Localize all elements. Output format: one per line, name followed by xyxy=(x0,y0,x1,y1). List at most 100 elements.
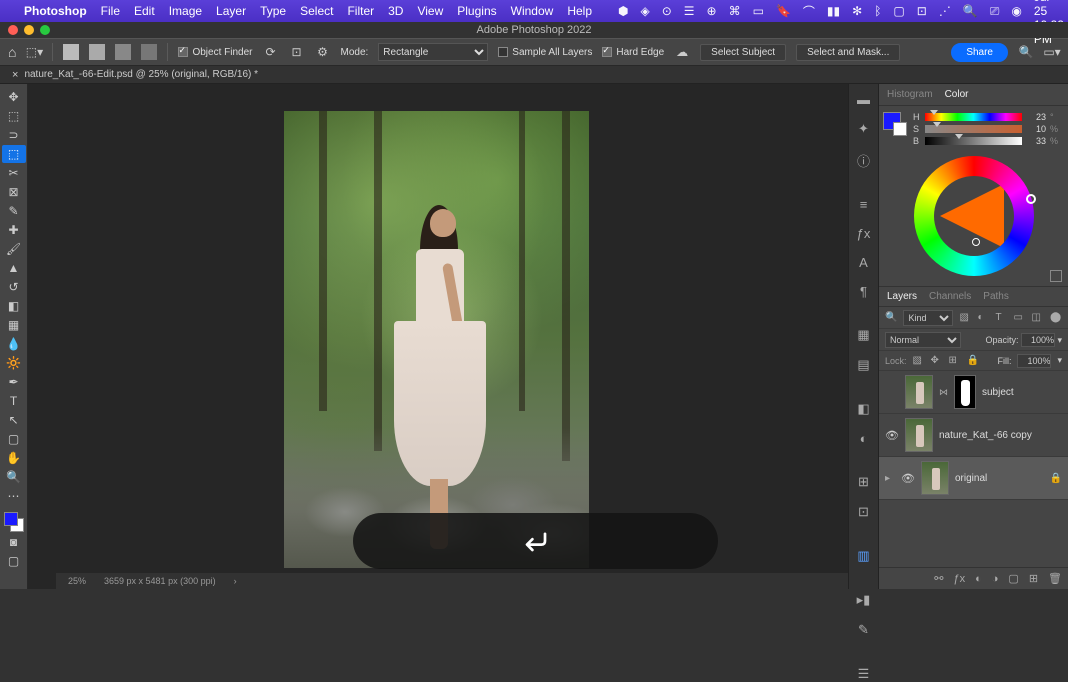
filter-shape-icon[interactable]: ▭ xyxy=(1013,312,1025,324)
dock-icon[interactable]: ▤ xyxy=(855,357,873,373)
filter-smart-icon[interactable]: ◫ xyxy=(1031,312,1043,324)
battery-icon[interactable]: ▢ xyxy=(893,4,904,18)
zoom-level[interactable]: 25% xyxy=(68,576,86,586)
search-icon[interactable]: 🔍 xyxy=(1018,44,1034,60)
dock-icon[interactable]: ⓘ xyxy=(855,151,873,169)
expand-icon[interactable]: ▸ xyxy=(885,473,895,484)
move-tool[interactable]: ✥ xyxy=(2,88,26,106)
tab-layers[interactable]: Layers xyxy=(887,291,917,302)
lock-position-icon[interactable]: ✥ xyxy=(931,355,943,366)
eyedropper-tool[interactable]: ✎ xyxy=(2,202,26,220)
layer-kind-filter[interactable]: Kind xyxy=(903,310,953,326)
status-icon[interactable]: ▭ xyxy=(753,4,764,18)
status-icon[interactable]: ☰ xyxy=(684,4,695,18)
pen-tool[interactable]: ✒ xyxy=(2,373,26,391)
refresh-icon[interactable]: ⟳ xyxy=(263,44,279,60)
quick-mask-icon[interactable]: ◙ xyxy=(2,533,26,551)
menu-layer[interactable]: Layer xyxy=(216,4,246,18)
blend-mode-select[interactable]: Normal xyxy=(885,332,961,348)
dock-library-icon[interactable]: ▥ xyxy=(855,548,873,564)
layer-row[interactable]: ▸ 👁 original 🔒 xyxy=(879,457,1068,500)
tab-close-icon[interactable]: × xyxy=(12,69,18,81)
dock-icon[interactable]: ✦ xyxy=(855,121,873,137)
selection-subtract-icon[interactable] xyxy=(115,44,131,60)
lasso-tool[interactable]: ⊃ xyxy=(2,126,26,144)
crop-tool[interactable]: ✂ xyxy=(2,164,26,182)
menu-edit[interactable]: Edit xyxy=(134,4,155,18)
tab-color[interactable]: Color xyxy=(945,89,969,100)
layer-name[interactable]: nature_Kat_-66 copy xyxy=(939,430,1032,441)
hue-value[interactable]: 23 xyxy=(1026,112,1046,122)
search-icon[interactable]: 🔍 xyxy=(963,4,978,18)
status-icon[interactable]: ✻ xyxy=(852,4,862,18)
status-icon[interactable]: 🔖 xyxy=(776,4,791,18)
selection-intersect-icon[interactable] xyxy=(141,44,157,60)
filter-type-icon[interactable]: T xyxy=(995,312,1007,324)
mode-select[interactable]: Rectangle xyxy=(378,43,488,61)
visibility-toggle[interactable]: 👁 xyxy=(885,429,899,442)
workspace-icon[interactable]: ▭▾ xyxy=(1044,44,1060,60)
dock-icon[interactable]: ¶ xyxy=(855,284,873,299)
selection-new-icon[interactable] xyxy=(63,44,79,60)
menu-window[interactable]: Window xyxy=(511,4,554,18)
shape-tool[interactable]: ▢ xyxy=(2,430,26,448)
tool-preset-icon[interactable]: ⬚▾ xyxy=(26,44,42,60)
dock-icon[interactable]: ▦ xyxy=(855,327,873,343)
visibility-toggle[interactable]: 👁 xyxy=(901,472,915,485)
link-layers-icon[interactable]: ⚯ xyxy=(934,572,943,585)
status-icon[interactable]: ⊙ xyxy=(662,4,672,18)
layer-name[interactable]: original xyxy=(955,473,987,484)
menu-file[interactable]: File xyxy=(101,4,120,18)
adjustment-layer-icon[interactable]: ◑ xyxy=(992,573,999,585)
dock-icon[interactable]: ▸▮ xyxy=(855,592,873,608)
edit-toolbar[interactable]: ⋯ xyxy=(2,487,26,505)
dock-icon[interactable]: ≡ xyxy=(855,197,873,212)
lock-pixels-icon[interactable]: ▧ xyxy=(913,355,925,366)
opacity-input[interactable] xyxy=(1021,333,1055,347)
status-icon[interactable]: ⌒ xyxy=(803,3,815,20)
dock-icon[interactable]: A xyxy=(855,255,873,270)
menu-type[interactable]: Type xyxy=(260,4,286,18)
object-finder-checkbox[interactable]: Object Finder xyxy=(178,47,252,58)
gradient-tool[interactable]: ▦ xyxy=(2,316,26,334)
hard-edge-checkbox[interactable]: Hard Edge xyxy=(602,47,664,58)
path-selection-tool[interactable]: ↖ xyxy=(2,411,26,429)
dodge-tool[interactable]: 🔆 xyxy=(2,354,26,372)
hand-tool[interactable]: ✋ xyxy=(2,449,26,467)
status-icon[interactable]: ◈ xyxy=(640,4,649,18)
saturation-slider[interactable] xyxy=(925,125,1022,133)
layer-name[interactable]: subject xyxy=(982,387,1014,398)
status-icon[interactable]: ⬢ xyxy=(618,4,628,18)
frame-tool[interactable]: ⊠ xyxy=(2,183,26,201)
color-swatches[interactable] xyxy=(4,512,24,532)
layer-style-icon[interactable]: ƒx xyxy=(953,573,965,585)
dock-icon[interactable]: ◐ xyxy=(855,431,873,446)
layer-mask-icon[interactable]: ◐ xyxy=(975,573,982,585)
hue-slider[interactable] xyxy=(925,113,1022,121)
select-subject-button[interactable]: Select Subject xyxy=(700,44,786,61)
group-icon[interactable]: ▢ xyxy=(1008,572,1018,585)
dock-icon[interactable]: ☰ xyxy=(855,666,873,682)
sample-all-layers-checkbox[interactable]: Sample All Layers xyxy=(498,47,592,58)
select-and-mask-button[interactable]: Select and Mask... xyxy=(796,44,900,61)
status-icon[interactable]: ▮▮ xyxy=(827,4,840,18)
marquee-tool[interactable]: ⬚ xyxy=(2,107,26,125)
document-canvas[interactable] xyxy=(284,111,589,568)
history-brush-tool[interactable]: ↺ xyxy=(2,278,26,296)
blur-tool[interactable]: 💧 xyxy=(2,335,26,353)
selection-add-icon[interactable] xyxy=(89,44,105,60)
dock-icon[interactable]: ◧ xyxy=(855,401,873,417)
screen-mode-icon[interactable]: ▢ xyxy=(2,552,26,570)
healing-brush-tool[interactable]: ✚ xyxy=(2,221,26,239)
new-layer-icon[interactable]: ⊞ xyxy=(1029,572,1038,585)
document-dimensions[interactable]: 3659 px x 5481 px (300 ppi) xyxy=(104,576,216,586)
mask-link-icon[interactable]: ⋈ xyxy=(939,387,948,398)
menu-3d[interactable]: 3D xyxy=(388,4,403,18)
siri-icon[interactable]: ◉ xyxy=(1011,4,1021,18)
layer-thumbnail[interactable] xyxy=(921,461,949,495)
brush-tool[interactable]: 🖌 xyxy=(2,240,26,258)
show-objects-icon[interactable]: ⊡ xyxy=(289,44,305,60)
layer-row[interactable]: 👁 nature_Kat_-66 copy xyxy=(879,414,1068,457)
filter-adjust-icon[interactable]: ◐ xyxy=(977,312,989,324)
menu-select[interactable]: Select xyxy=(300,4,333,18)
